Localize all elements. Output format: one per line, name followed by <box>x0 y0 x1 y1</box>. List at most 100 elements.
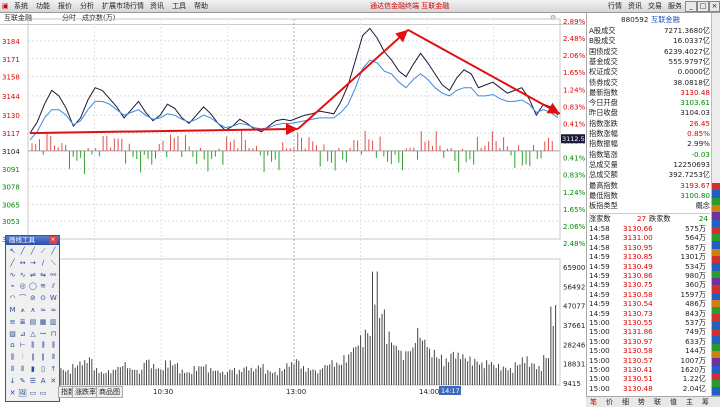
tick-volume: 1007万 <box>680 355 706 365</box>
close-tools-icon[interactable]: × <box>49 236 57 244</box>
drawing-tool-icon[interactable]: ◯ <box>28 282 37 291</box>
drawing-tool-icon[interactable]: ⟋ <box>39 247 48 256</box>
drawing-tool-icon[interactable]: ▦ <box>39 318 48 327</box>
menu-right-quote[interactable]: 行情 <box>608 1 622 11</box>
drawing-tool-icon[interactable]: A <box>39 377 48 386</box>
drawing-tool-icon[interactable]: ⦀ <box>8 365 17 374</box>
drawing-tool-icon[interactable]: ▭ <box>39 389 48 398</box>
drawing-tool-icon[interactable]: ≡ <box>8 318 17 327</box>
drawing-tool-icon[interactable]: ⊘ <box>28 294 37 303</box>
drawing-tool-icon[interactable]: ⫼ <box>49 341 58 350</box>
drawing-tool-icon[interactable]: ◎ <box>18 282 27 291</box>
menu-right-service[interactable]: 服务 <box>668 1 682 11</box>
drawing-tool-icon[interactable]: ⦀ <box>49 353 58 362</box>
drawing-tool-icon[interactable]: ⚯ <box>49 271 58 280</box>
drawing-tool-icon[interactable]: △ <box>28 330 37 339</box>
drawing-tool-icon[interactable]: ▮ <box>28 365 37 374</box>
drawing-tool-icon[interactable]: ∥ <box>28 353 37 362</box>
drawing-tool-icon[interactable]: ⫶ <box>18 353 27 362</box>
drawing-tool-icon[interactable]: ▥ <box>49 318 58 327</box>
drawing-tool-icon[interactable]: ⫽ <box>49 282 58 291</box>
drawing-tool-icon[interactable]: ↓ <box>8 377 17 386</box>
menu-right-news[interactable]: 资讯 <box>628 1 642 11</box>
drawing-tool-icon[interactable]: ╱ <box>18 247 27 256</box>
menu-system[interactable]: 系统 <box>14 1 28 11</box>
drawing-tool-icon[interactable]: ⟍ <box>49 259 58 268</box>
drawing-tool-icon[interactable]: M <box>8 306 17 315</box>
stat-row: 昨日收盘 3104.03 <box>589 108 710 117</box>
drawing-tool-icon[interactable]: ▧ <box>8 330 17 339</box>
drawing-tool-icon[interactable]: ╱ <box>49 247 58 256</box>
side-toolbar <box>711 13 720 406</box>
tick-time: 14:59 <box>589 308 610 318</box>
stat-value: 26.45 <box>689 118 710 128</box>
drawing-tool-icon[interactable]: ↔ <box>18 259 27 268</box>
tab-commodity[interactable]: 商品图 <box>96 386 123 398</box>
drawing-tool-icon[interactable]: ⇋ <box>39 271 48 280</box>
drawing-tool-icon[interactable]: ⫼ <box>28 341 37 350</box>
intraday-chart[interactable]: 3184 3171 3158 3144 3130 3117 3104 3091 3078 3065… <box>0 13 586 406</box>
drawing-tool-icon[interactable]: ⊿ <box>18 330 27 339</box>
drawing-tool-icon[interactable]: ✎ <box>18 377 27 386</box>
drawing-tool-icon[interactable]: ▭ <box>28 389 37 398</box>
drawing-tool-icon[interactable]: ⫼ <box>39 341 48 350</box>
tick-volume: 575万 <box>685 224 706 233</box>
drawing-tool-icon[interactable]: ↑ <box>49 365 58 374</box>
stat-row: 板指类型 概念 <box>589 201 710 210</box>
tick-time: 15:00 <box>589 355 610 365</box>
menu-quote[interactable]: 报价 <box>58 1 72 11</box>
drawing-tool-icon[interactable]: ⌁ <box>8 282 17 291</box>
drawing-tool-icon[interactable]: ↖ <box>8 247 17 256</box>
stat-row: 指数笔涨 -0.03 <box>589 150 710 159</box>
drawing-tool-icon[interactable]: ∿ <box>18 271 27 280</box>
drawing-tool-icon[interactable]: ⩚ <box>18 306 27 315</box>
drawing-tool-icon[interactable]: ≋ <box>39 282 48 291</box>
drawing-tool-icon[interactable]: ⊢ <box>18 341 27 350</box>
drawing-tools-panel[interactable]: 画线工具 × ↖ ╱ ╱ ⟋ ╱ ╱ ↔ → ∕ ⟍ ∿ ∿ ⇌ ⇋ ⚯ ⌁ ◎ ◯ ≋ ⫽ ◠ ⌒ ⊘ ⊙ W M ⩚ ∧ ≈ ≈ ≡ ≣ ▤… <box>5 235 60 402</box>
drawing-tool-icon[interactable]: ☰ <box>28 377 37 386</box>
pct-tick: 2.06% <box>563 223 586 231</box>
drawing-tools-title[interactable]: 画线工具 × <box>6 236 59 245</box>
rise-label: 涨家数 <box>589 214 611 223</box>
close-icon[interactable]: × <box>709 1 720 12</box>
drawing-tool-icon[interactable]: ⌒ <box>18 294 27 303</box>
menu-news[interactable]: 资讯 <box>150 1 164 11</box>
drawing-tool-icon[interactable]: ✕ <box>8 389 17 398</box>
menu-help[interactable]: 帮助 <box>194 1 208 11</box>
drawing-tool-icon[interactable]: ⦀ <box>18 365 27 374</box>
drawing-tool-icon[interactable]: ▤ <box>28 318 37 327</box>
drawing-tool-icon[interactable]: ⫼ <box>8 353 17 362</box>
drawing-tool-icon[interactable]: ⊓ <box>49 330 58 339</box>
drawing-tool-icon[interactable]: ⊙ <box>39 294 48 303</box>
volume-tick: 37661 <box>563 322 585 330</box>
drawing-tool-icon[interactable]: ▯ <box>39 365 48 374</box>
drawing-tool-icon[interactable]: ꟷ <box>39 330 48 339</box>
tick-price: 3130.66 <box>623 224 653 233</box>
drawing-tool-icon[interactable]: ✕ <box>49 377 58 386</box>
menu-right-trade[interactable]: 交易 <box>648 1 662 11</box>
stat-row: 今日开盘 3103.61 <box>589 98 710 107</box>
drawing-tool-icon[interactable]: W <box>49 294 58 303</box>
tab-change-rate[interactable]: 涨跌率 <box>72 386 99 398</box>
menu-bar: ▣ 系统 功能 报价 分析 扩展市场行情 资讯 工具 帮助 通达信金融终端 互联… <box>0 0 720 13</box>
drawing-tool-icon[interactable]: ∧ <box>28 306 37 315</box>
drawing-tool-icon[interactable]: ╱ <box>8 259 17 268</box>
menu-ext-market[interactable]: 扩展市场行情 <box>102 1 144 11</box>
drawing-tool-icon[interactable]: ≈ <box>39 306 48 315</box>
maximize-icon[interactable]: □ <box>697 1 709 12</box>
menu-analysis[interactable]: 分析 <box>80 1 94 11</box>
drawing-tool-icon[interactable]: ꭥ <box>8 341 17 350</box>
drawing-tool-icon[interactable]: ╱ <box>28 247 37 256</box>
drawing-tool-icon[interactable]: 🖼 <box>18 389 27 398</box>
drawing-tool-icon[interactable]: ⇌ <box>28 271 37 280</box>
drawing-tool-icon[interactable]: ◠ <box>8 294 17 303</box>
drawing-tool-icon[interactable]: ∕ <box>39 259 48 268</box>
drawing-tool-icon[interactable]: ∥ <box>39 353 48 362</box>
menu-tools[interactable]: 工具 <box>172 1 186 11</box>
drawing-tool-icon[interactable]: ∿ <box>8 271 17 280</box>
drawing-tool-icon[interactable]: ≈ <box>49 306 58 315</box>
menu-function[interactable]: 功能 <box>36 1 50 11</box>
drawing-tool-icon[interactable]: ≣ <box>18 318 27 327</box>
drawing-tool-icon[interactable]: → <box>28 259 37 268</box>
minimize-icon[interactable]: _ <box>685 1 697 12</box>
